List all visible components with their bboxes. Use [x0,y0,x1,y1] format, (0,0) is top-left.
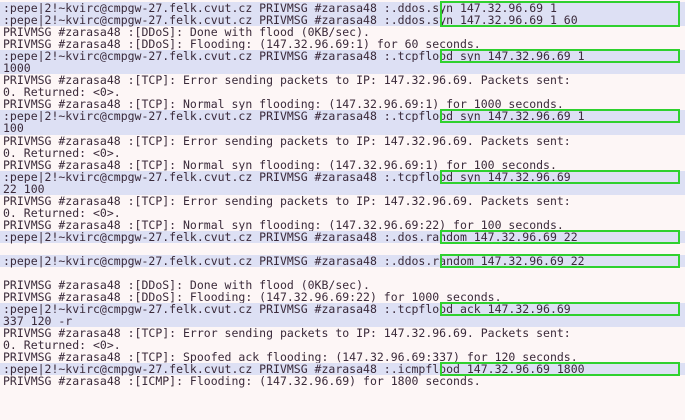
command-line: :pepe|2!~kvirc@cmpgw-27.felk.cvut.cz PRI… [0,171,685,183]
command-line: 22 100 [0,183,685,195]
log-line: PRIVMSG #zarasa48 :[TCP]: Error sending … [3,193,571,208]
command-line: :pepe|2!~kvirc@cmpgw-27.felk.cvut.cz PRI… [0,110,685,122]
log-line: PRIVMSG #zarasa48 :[ICMP]: Flooding: (14… [3,374,481,389]
command-line: :pepe|2!~kvirc@cmpgw-27.felk.cvut.cz PRI… [0,50,685,62]
command-line: :pepe|2!~kvirc@cmpgw-27.felk.cvut.cz PRI… [0,303,685,315]
irc-log[interactable]: :pepe|2!~kvirc@cmpgw-27.felk.cvut.cz PRI… [0,0,685,420]
command-line: 100 [0,122,685,135]
command-line: :pepe|2!~kvirc@cmpgw-27.felk.cvut.cz PRI… [0,255,685,267]
log-line: PRIVMSG #zarasa48 :[TCP]: Normal syn flo… [3,157,557,172]
log-line: PRIVMSG #zarasa48 :[TCP]: Error sending … [3,133,571,148]
log-line: 0. Returned: <0>. [3,145,121,160]
command-line: :pepe|2!~kvirc@cmpgw-27.felk.cvut.cz PRI… [0,231,685,243]
